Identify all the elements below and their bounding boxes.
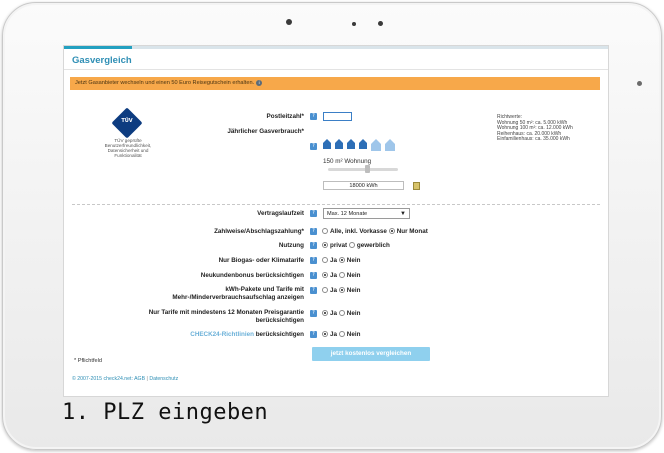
help-icon[interactable]: ?: [310, 287, 317, 294]
tuv-text: TÜV geprüfte Benutzerfreundlichkeit, Dat…: [104, 138, 152, 158]
house-icon[interactable]: [385, 139, 395, 151]
zahlweise-alle-radio[interactable]: [322, 228, 328, 235]
copyright-text: © 2007-2015 check24.net:: [72, 376, 133, 382]
nutzung-options: privat gewerblich: [322, 242, 390, 249]
kwh-pakete-options: Ja Nein: [322, 287, 360, 294]
biogas-ja-radio[interactable]: [322, 257, 328, 264]
nein-label: Nein: [346, 331, 361, 338]
kwh-pakete-nein-radio[interactable]: [338, 287, 345, 294]
nein-label: Nein: [346, 272, 361, 279]
tuv-badge-text: TÜV: [121, 118, 133, 124]
nein-label: Nein: [346, 310, 361, 317]
preisgarantie-nein-radio[interactable]: [338, 310, 345, 317]
tablet-frame: Gasvergleich Jetzt Gasanbieter wechseln …: [2, 2, 662, 450]
help-icon[interactable]: ?: [310, 310, 317, 317]
section-divider: [72, 204, 600, 206]
ja-label: Ja: [330, 257, 338, 264]
house-icon[interactable]: [371, 139, 381, 151]
zahlweise-monat-radio[interactable]: [388, 228, 395, 235]
pflichtfeld-note: * Pflichtfeld: [74, 358, 102, 364]
zahlweise-options: Alle, inkl. Vorkasse Nur Monat: [322, 228, 428, 235]
neukunden-ja-radio[interactable]: [322, 272, 328, 279]
check24-richtlinien-link[interactable]: CHECK24-Richtlinien: [190, 331, 254, 338]
help-icon[interactable]: ?: [310, 257, 317, 264]
help-icon[interactable]: ?: [310, 113, 317, 120]
page-title: Gasvergleich: [72, 55, 132, 66]
sensor-icon: [352, 22, 356, 26]
ja-label: Ja: [330, 272, 338, 279]
ja-label: Ja: [330, 331, 338, 338]
preisgarantie-label: Nur Tarife mit mindestens 12 Monaten Pre…: [148, 309, 304, 324]
footer-separator: |: [146, 376, 148, 382]
zahlweise-monat-label: Nur Monat: [396, 228, 428, 235]
compare-submit-button[interactable]: jetzt kostenlos vergleichen: [312, 347, 430, 361]
check24-nein-radio[interactable]: [338, 331, 345, 338]
preisgarantie-options: Ja Nein: [322, 310, 360, 317]
help-icon[interactable]: ?: [310, 228, 317, 235]
gasverbrauch-label: Jährlicher Gasverbrauch*: [227, 128, 304, 135]
nein-label: Nein: [346, 257, 361, 264]
help-icon[interactable]: ?: [310, 242, 317, 249]
biogas-nein-radio[interactable]: [338, 257, 345, 264]
help-icon[interactable]: ?: [310, 143, 317, 150]
vertragslaufzeit-label: Vertragslaufzeit: [257, 210, 304, 217]
neukunden-options: Ja Nein: [322, 272, 360, 279]
nutzung-privat-label: privat: [330, 242, 348, 249]
kwh-pakete-ja-radio[interactable]: [322, 287, 328, 294]
ja-label: Ja: [330, 287, 338, 294]
nein-label: Nein: [346, 287, 361, 294]
kwh-input[interactable]: 18000 kWh: [323, 181, 404, 190]
top-strip: [64, 46, 608, 49]
datenschutz-link[interactable]: Datenschutz: [149, 376, 178, 382]
richtwerte-box: Richtwerte: Wohnung 50 m²: ca. 5.000 kWh…: [497, 114, 573, 143]
promo-text: Jetzt Gasanbieter wechseln und einen 50 …: [75, 80, 255, 86]
promo-banner: Jetzt Gasanbieter wechseln und einen 50 …: [70, 77, 600, 90]
active-tab-indicator: [64, 46, 132, 49]
zahlweise-label: Zahlweise/Abschlagszahlung*: [214, 228, 304, 235]
vertragslaufzeit-value: Max. 12 Monate: [327, 211, 368, 217]
house-icon[interactable]: [359, 139, 367, 149]
ja-label: Ja: [330, 310, 338, 317]
biogas-options: Ja Nein: [322, 257, 360, 264]
house-icon[interactable]: [335, 139, 343, 149]
help-icon[interactable]: ?: [310, 210, 317, 217]
neukunden-nein-radio[interactable]: [338, 272, 345, 279]
step-caption: 1. PLZ eingeben: [62, 400, 269, 425]
check24-options: Ja Nein: [322, 331, 360, 338]
camera-icon: [286, 19, 292, 25]
kwh-pakete-label: kWh-Pakete und Tarife mit Mehr-/Minderve…: [172, 286, 304, 301]
screen: Gasvergleich Jetzt Gasanbieter wechseln …: [63, 45, 609, 397]
postleitzahl-label: Postleitzahl*: [266, 113, 304, 120]
richtwerte-line: Einfamilienhaus: ca. 35.000 kWh: [497, 136, 570, 143]
house-icon[interactable]: [347, 139, 355, 149]
neukunden-label: Neukundenbonus berücksichtigen: [200, 272, 304, 279]
biogas-label: Nur Biogas- oder Klimatarife: [218, 257, 304, 264]
vertragslaufzeit-select[interactable]: Max. 12 Monate ▼: [323, 208, 410, 219]
zahlweise-alle-label: Alle, inkl. Vorkasse: [330, 228, 387, 235]
check24-ja-radio[interactable]: [322, 331, 328, 338]
preisgarantie-ja-radio[interactable]: [322, 310, 328, 317]
agb-link[interactable]: AGB: [134, 376, 145, 382]
check24-row-label: CHECK24-Richtlinien berücksichtigen: [124, 331, 304, 338]
side-button[interactable]: [637, 81, 642, 86]
check24-rest-text: berücksichtigen: [255, 331, 304, 338]
nutzung-privat-radio[interactable]: [322, 242, 328, 249]
house-icon[interactable]: [323, 139, 331, 149]
calculator-icon[interactable]: [413, 182, 420, 190]
chevron-down-icon: ▼: [400, 211, 406, 217]
info-icon[interactable]: i: [256, 79, 263, 86]
tuv-seal: TÜV TÜV geprüfte Benutzerfreundlichkeit,…: [98, 107, 158, 160]
help-icon[interactable]: ?: [310, 331, 317, 338]
sensor-icon: [378, 21, 383, 26]
nutzung-label: Nutzung: [278, 242, 304, 249]
wohnung-size-label: 150 m² Wohnung: [323, 158, 372, 165]
help-icon[interactable]: ?: [310, 272, 317, 279]
consumption-slider-track[interactable]: [328, 168, 398, 171]
nutzung-gewerblich-label: gewerblich: [356, 242, 390, 249]
footer: © 2007-2015 check24.net: AGB | Datenschu…: [72, 376, 178, 382]
postleitzahl-input[interactable]: [323, 112, 352, 121]
nutzung-gewerblich-radio[interactable]: [348, 242, 355, 249]
consumption-slider-handle[interactable]: [364, 165, 370, 173]
title-divider: [64, 69, 608, 70]
